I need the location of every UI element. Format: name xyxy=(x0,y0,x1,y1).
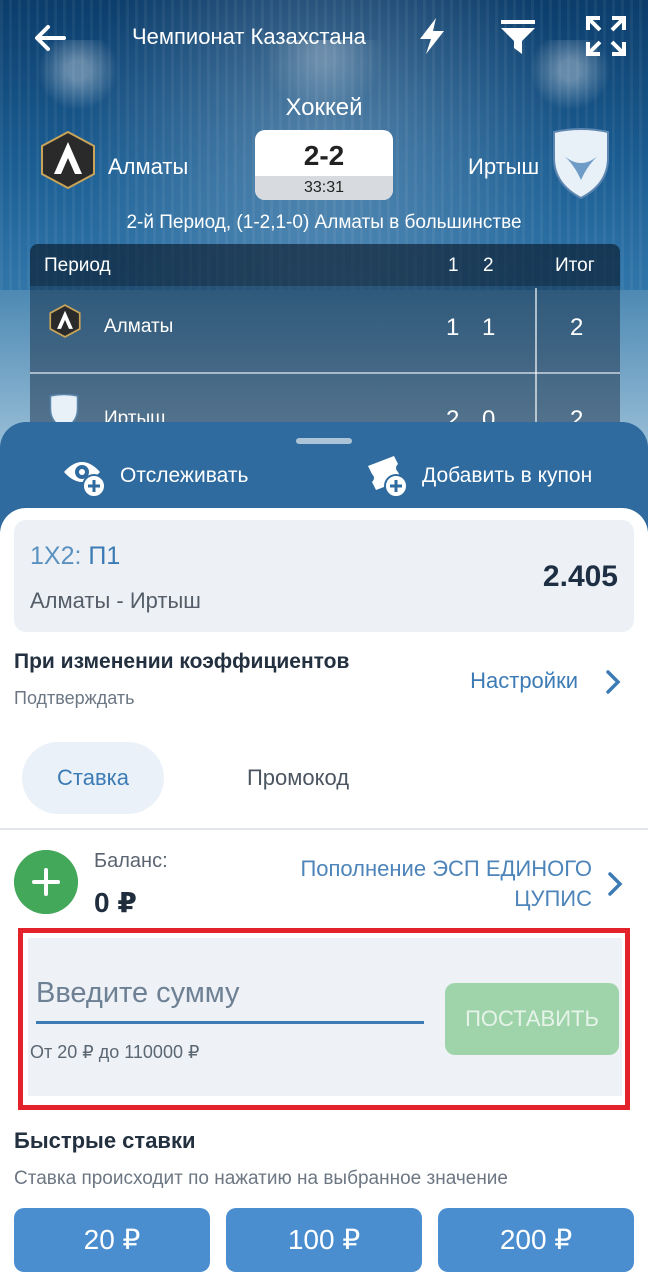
back-arrow-icon[interactable] xyxy=(30,18,70,58)
stake-limits: От 20 ₽ до 110000 ₽ xyxy=(30,1042,200,1062)
track-button[interactable]: Отслеживать xyxy=(62,452,248,500)
eye-plus-icon xyxy=(64,462,106,498)
table-divider-vertical xyxy=(535,288,537,434)
match-time: 33:31 xyxy=(255,176,393,200)
coupon-card: 1X2: П1 Алматы - Иртыш 2.405 xyxy=(14,520,634,632)
periods-table: Период 1 2 Итог Алматы 1 1 2 Иртыш 2 0 2 xyxy=(30,244,620,434)
tab-promo[interactable]: Промокод xyxy=(210,742,386,814)
stake-amount-input[interactable] xyxy=(36,976,424,1024)
period-header-label: Период xyxy=(44,255,111,276)
section-divider xyxy=(0,828,648,830)
table-divider-horizontal xyxy=(30,372,620,374)
sheet-drag-handle[interactable] xyxy=(296,438,352,444)
period-header-2: 2 xyxy=(483,255,494,276)
top-bar: Чемпионат Казахстана xyxy=(0,0,648,76)
balance-value: 0 ₽ xyxy=(94,887,137,918)
odds-change-value: Подтверждать xyxy=(14,688,135,708)
score: 2-2 xyxy=(303,140,345,171)
lightning-icon[interactable] xyxy=(410,14,454,58)
table-row-total: 2 xyxy=(570,314,584,341)
filter-icon[interactable] xyxy=(496,14,540,58)
tab-stake[interactable]: Ставка xyxy=(22,742,164,814)
topup-link[interactable]: Пополнение ЭСП ЕДИНОГО ЦУПИС xyxy=(252,854,592,914)
table-row-team: Алматы xyxy=(104,316,174,337)
balance-label: Баланс: xyxy=(94,850,168,872)
ticket-plus-icon xyxy=(368,456,408,498)
almaty-logo-icon xyxy=(41,130,95,190)
quick-bets-subtitle: Ставка происходит по нажатию на выбранно… xyxy=(14,1168,508,1189)
odds-change-row[interactable]: При изменении коэффициентов Подтверждать… xyxy=(14,650,634,720)
period-info: 2-й Период, (1-2,1-0) Алматы в большинст… xyxy=(126,212,522,233)
add-to-coupon-button[interactable]: Добавить в купон xyxy=(364,452,592,500)
odds-change-title: При изменении коэффициентов xyxy=(14,650,350,673)
quick-bets-title: Быстрые ставки xyxy=(14,1128,196,1153)
coupon-market-prefix: 1X2: xyxy=(30,542,89,570)
period-header-total: Итог xyxy=(555,255,595,276)
chevron-right-icon[interactable] xyxy=(602,668,624,696)
coupon-odds: 2.405 xyxy=(542,560,618,593)
table-row-p1: 1 xyxy=(446,314,460,341)
quick-bet-button[interactable]: 20 ₽ xyxy=(14,1208,210,1272)
page-title: Чемпионат Казахстана xyxy=(132,24,366,49)
sport-label: Хоккей xyxy=(285,94,363,121)
coupon-match: Алматы - Иртыш xyxy=(30,588,201,613)
period-header-1: 1 xyxy=(448,255,459,276)
place-bet-button[interactable]: ПОСТАВИТЬ xyxy=(445,983,619,1055)
irtysh-logo-icon xyxy=(553,128,609,200)
track-label: Отслеживать xyxy=(120,464,249,487)
settings-link[interactable]: Настройки xyxy=(470,668,578,694)
score-box: 2-2 33:31 xyxy=(255,130,393,200)
add-to-coupon-label: Добавить в купон xyxy=(422,464,593,487)
away-team-name: Иртыш xyxy=(468,154,540,179)
coupon-market-value: П1 xyxy=(88,542,121,570)
almaty-small-logo-icon xyxy=(49,304,81,338)
quick-bet-button[interactable]: 100 ₽ xyxy=(226,1208,422,1272)
coupon-market: 1X2: П1 xyxy=(30,542,120,571)
periods-table-header xyxy=(30,244,620,286)
quick-bet-button[interactable]: 200 ₽ xyxy=(438,1208,634,1272)
chevron-right-icon[interactable] xyxy=(604,870,626,898)
add-funds-plus-icon[interactable] xyxy=(14,850,78,914)
fullscreen-icon[interactable] xyxy=(584,14,628,58)
table-row-p2: 1 xyxy=(482,314,496,341)
home-team-name: Алматы xyxy=(108,154,189,179)
